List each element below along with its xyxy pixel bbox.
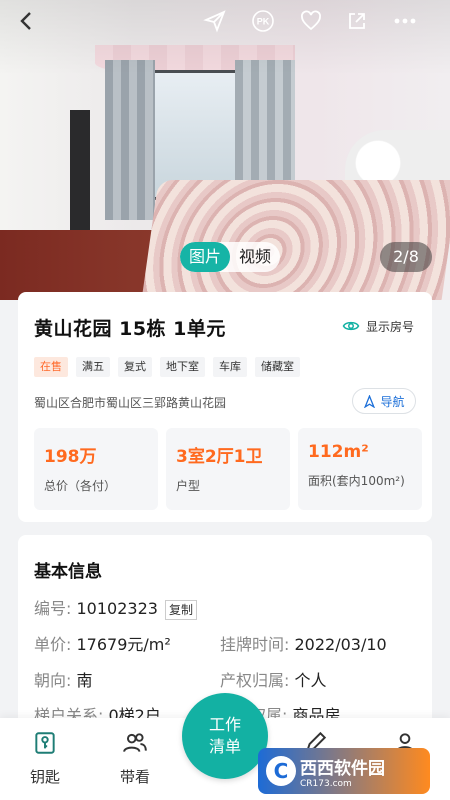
stat-value: 198万 (44, 447, 97, 467)
work-list-button[interactable]: 工作 清单 (182, 693, 268, 779)
navigate-button[interactable]: 导航 (352, 388, 416, 414)
tag: 复式 (118, 357, 152, 377)
eye-icon (342, 321, 360, 331)
info-value: 17679元/m² (76, 635, 171, 654)
photo-page-counter: 2/8 (380, 242, 432, 272)
nav-keys[interactable]: 钥匙 (10, 730, 80, 787)
show-unit-number-label: 显示房号 (365, 319, 414, 334)
send-icon[interactable] (202, 8, 228, 34)
media-toggle: 图片 视频 (180, 242, 281, 272)
tag-status: 在售 (34, 357, 68, 377)
stat-value: 112m² (308, 442, 369, 462)
show-unit-number-button[interactable]: 显示房号 (342, 317, 414, 335)
watermark-text: 西西软件园 (300, 758, 385, 779)
listing-title: 黄山花园 15栋 1单元 (34, 318, 226, 340)
watermark-logo-icon: C (266, 756, 296, 786)
tag: 储藏室 (255, 357, 300, 377)
info-label: 产权归属: (220, 671, 290, 690)
heart-icon[interactable] (298, 8, 324, 34)
info-label: 挂牌时间: (220, 635, 290, 654)
copy-button[interactable]: 复制 (165, 599, 198, 620)
share-icon[interactable] (344, 8, 370, 34)
tab-videos[interactable]: 视频 (230, 242, 280, 272)
info-row-orientation: 朝向: 南 (34, 667, 93, 691)
nav-viewings[interactable]: 带看 (100, 730, 170, 787)
navigate-label: 导航 (380, 394, 405, 409)
info-label: 编号: (34, 599, 72, 618)
stat-label: 总价（各付） (44, 479, 117, 493)
info-row-id: 编号: 10102323 复制 (34, 595, 198, 620)
stat-label: 面积(套内100m²) (308, 474, 405, 488)
tag: 满五 (76, 357, 110, 377)
listing-card: 黄山花园 15栋 1单元 显示房号 在售 满五 复式 地下室 车库 储藏室 蜀山… (18, 292, 432, 522)
basic-info-heading: 基本信息 (34, 562, 102, 582)
tag-list: 在售 满五 复式 地下室 车库 储藏室 (34, 357, 300, 377)
people-icon (123, 733, 147, 752)
stat-area: 112m² 面积(套内100m²) (298, 428, 422, 510)
svg-text:PK: PK (257, 17, 270, 27)
back-icon[interactable] (14, 8, 40, 34)
stat-label: 户型 (176, 479, 201, 493)
navigation-icon (364, 394, 376, 408)
listing-address: 蜀山区合肥市蜀山区三郢路黄山花园 (34, 396, 227, 410)
watermark-text-group: 西西软件园 CR173.com (300, 754, 385, 789)
nav-label: 带看 (119, 768, 150, 786)
stat-total-price: 198万 总价（各付） (34, 428, 158, 510)
info-label: 单价: (34, 635, 72, 654)
work-list-label-line2: 清单 (208, 737, 241, 756)
work-list-label-line1: 工作 (208, 715, 241, 734)
site-watermark: C 西西软件园 CR173.com (258, 748, 430, 794)
info-row-ownership: 产权归属: 个人 (220, 667, 327, 691)
tag: 车库 (213, 357, 247, 377)
more-icon[interactable] (392, 8, 418, 34)
top-bar: PK (0, 0, 450, 40)
watermark-sub: CR173.com (300, 778, 352, 789)
info-value: 2022/03/10 (294, 635, 387, 654)
info-value: 10102323 (76, 599, 158, 618)
info-value: 南 (76, 671, 93, 690)
info-row-unit-price: 单价: 17679元/m² (34, 631, 171, 655)
tag: 地下室 (160, 357, 205, 377)
pk-icon[interactable]: PK (250, 8, 276, 34)
key-stats: 198万 总价（各付） 3室2厅1卫 户型 112m² 面积(套内100m²) (34, 428, 422, 510)
key-icon (35, 732, 55, 754)
stat-layout: 3室2厅1卫 户型 (166, 428, 290, 510)
nav-label: 钥匙 (29, 768, 60, 786)
info-row-listed-date: 挂牌时间: 2022/03/10 (220, 631, 387, 655)
info-label: 朝向: (34, 671, 72, 690)
stat-value: 3室2厅1卫 (176, 447, 263, 467)
tab-photos[interactable]: 图片 (180, 242, 231, 272)
info-value: 个人 (294, 671, 327, 690)
